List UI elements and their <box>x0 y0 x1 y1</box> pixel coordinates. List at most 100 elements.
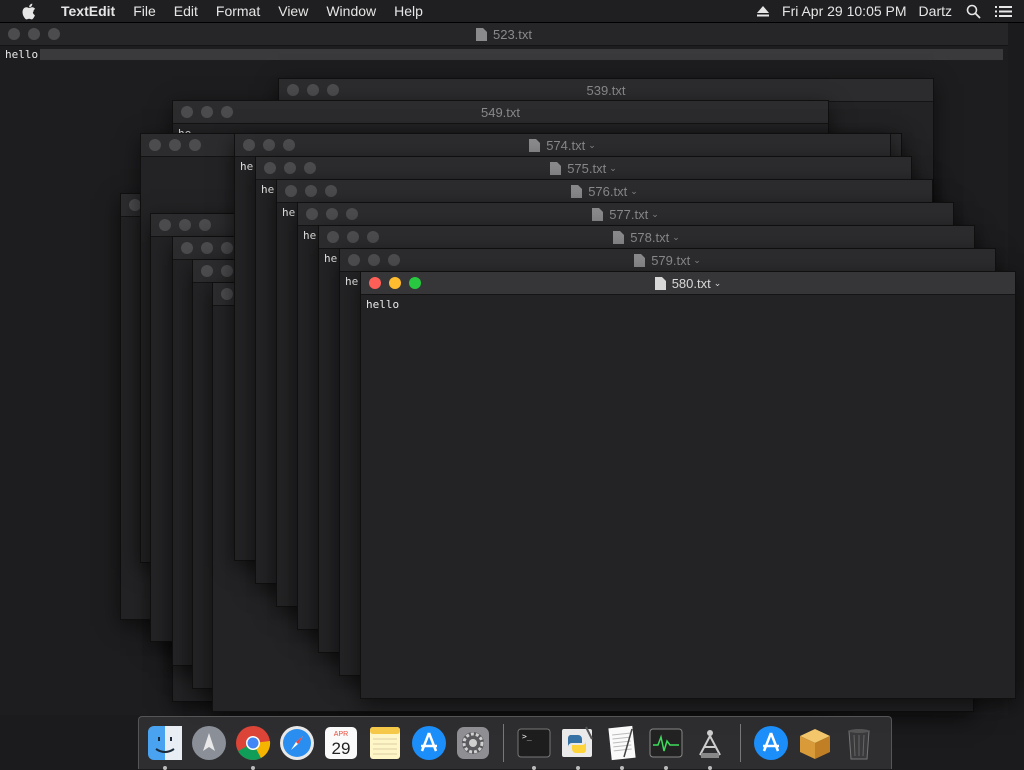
close-button[interactable] <box>201 265 213 277</box>
menu-view[interactable]: View <box>269 0 317 22</box>
window-titlebar[interactable]: 577.txt ⌄ <box>298 203 953 226</box>
minimize-button[interactable] <box>179 219 191 231</box>
running-indicator <box>664 766 668 770</box>
calendar-month: APR <box>334 731 348 738</box>
window-title: 577.txt ⌄ <box>298 203 953 225</box>
dock-archive-utility[interactable] <box>795 723 835 763</box>
dock-python-launcher[interactable] <box>558 723 598 770</box>
document-icon <box>654 276 666 290</box>
apple-icon[interactable] <box>18 0 38 22</box>
document-icon <box>634 253 646 267</box>
gear-icon <box>457 727 489 759</box>
chevron-down-icon[interactable]: ⌄ <box>693 255 701 266</box>
document-text: hello <box>5 48 39 61</box>
textedit-window-580[interactable]: 580.txt ⌄ hello <box>360 271 1016 699</box>
terminal-icon: >_ <box>517 728 551 758</box>
dock-finder[interactable] <box>145 723 185 770</box>
text-area[interactable]: hello <box>0 46 1008 63</box>
calendar-icon: APR29 <box>325 727 357 759</box>
dock: APR 29 >_ <box>138 716 892 770</box>
document-text: hello <box>366 298 400 311</box>
document-text: he <box>324 252 338 265</box>
window-titlebar[interactable]: 579.txt ⌄ <box>340 249 995 272</box>
activity-monitor-icon <box>649 728 683 758</box>
window-titlebar[interactable]: 549.txt <box>173 101 828 124</box>
dock-separator <box>503 724 504 762</box>
document-text: he <box>240 160 254 173</box>
finder-icon <box>148 726 182 760</box>
chevron-down-icon[interactable]: ⌄ <box>651 209 659 220</box>
dock-app-store-folder[interactable] <box>751 723 791 763</box>
window-title-text: 575.txt <box>567 160 607 176</box>
window-titlebar[interactable]: 575.txt ⌄ <box>256 157 911 180</box>
menu-file[interactable]: File <box>124 0 165 22</box>
window-title-text: 578.txt <box>630 229 670 245</box>
window-titlebar[interactable]: 580.txt ⌄ <box>361 272 1015 295</box>
dock-directory-utility[interactable] <box>690 723 730 770</box>
dock-textedit[interactable] <box>602 723 642 770</box>
dock-launchpad[interactable] <box>189 723 229 763</box>
menu-edit[interactable]: Edit <box>165 0 207 22</box>
menu-help[interactable]: Help <box>385 0 432 22</box>
minimize-button[interactable] <box>221 265 233 277</box>
dock-notes[interactable] <box>365 723 405 763</box>
document-text: he <box>303 229 317 242</box>
dock-system-preferences[interactable] <box>453 723 493 763</box>
window-title-text: 577.txt <box>609 206 649 222</box>
text-area[interactable]: hello <box>361 295 1015 693</box>
notification-list-icon[interactable] <box>994 2 1012 20</box>
dock-app-store[interactable] <box>409 723 449 763</box>
zoom-button[interactable] <box>189 139 201 151</box>
menu-clock[interactable]: Fri Apr 29 10:05 PM <box>782 3 907 19</box>
close-button[interactable] <box>221 288 233 300</box>
dock-terminal[interactable]: >_ <box>514 723 554 770</box>
text-selection-bar <box>40 49 1003 60</box>
menu-app-name[interactable]: TextEdit <box>52 0 124 22</box>
running-indicator <box>251 766 255 770</box>
window-title-text: 580.txt <box>671 275 711 291</box>
document-icon <box>529 138 541 152</box>
document-text: he <box>345 275 359 288</box>
dock-calendar[interactable]: APR 29 <box>321 723 361 763</box>
chrome-icon <box>236 726 271 760</box>
close-button[interactable] <box>181 242 193 254</box>
menu-window[interactable]: Window <box>317 0 385 22</box>
trash-icon <box>848 729 870 760</box>
zoom-button[interactable] <box>199 219 211 231</box>
window-titlebar[interactable]: 539.txt <box>279 79 933 102</box>
chevron-down-icon[interactable]: ⌄ <box>672 232 680 243</box>
svg-text:>_: >_ <box>522 732 532 741</box>
menu-user[interactable]: Dartz <box>919 0 952 22</box>
window-titlebar[interactable]: 576.txt ⌄ <box>277 180 932 203</box>
running-indicator <box>163 766 167 770</box>
safari-icon <box>280 726 314 760</box>
minimize-button[interactable] <box>201 242 213 254</box>
menu-format[interactable]: Format <box>207 0 269 22</box>
close-button[interactable] <box>149 139 161 151</box>
minimize-button[interactable] <box>169 139 181 151</box>
document-text: he <box>261 183 275 196</box>
window-title-text: 523.txt <box>492 26 533 42</box>
chevron-down-icon[interactable]: ⌄ <box>609 163 617 174</box>
textedit-icon <box>608 725 636 761</box>
dock-activity-monitor[interactable] <box>646 723 686 770</box>
chevron-down-icon[interactable]: ⌄ <box>714 278 722 289</box>
dock-trash[interactable] <box>839 723 879 763</box>
close-button[interactable] <box>159 219 171 231</box>
python-icon <box>562 726 593 757</box>
window-titlebar[interactable]: 523.txt <box>0 23 1008 46</box>
chevron-down-icon[interactable]: ⌄ <box>630 186 638 197</box>
launchpad-icon <box>192 726 226 760</box>
zoom-button[interactable] <box>221 242 233 254</box>
dock-chrome[interactable] <box>233 723 273 770</box>
window-title: 580.txt ⌄ <box>361 272 1015 294</box>
window-titlebar[interactable]: 574.txt ⌄ <box>235 134 890 157</box>
search-icon[interactable] <box>964 2 982 20</box>
dock-safari[interactable] <box>277 723 317 763</box>
document-icon <box>550 161 562 175</box>
window-titlebar[interactable]: 578.txt ⌄ <box>319 226 974 249</box>
document-icon <box>592 207 604 221</box>
chevron-down-icon[interactable]: ⌄ <box>588 140 596 151</box>
app-store-icon <box>412 726 446 760</box>
eject-icon[interactable] <box>756 4 770 18</box>
